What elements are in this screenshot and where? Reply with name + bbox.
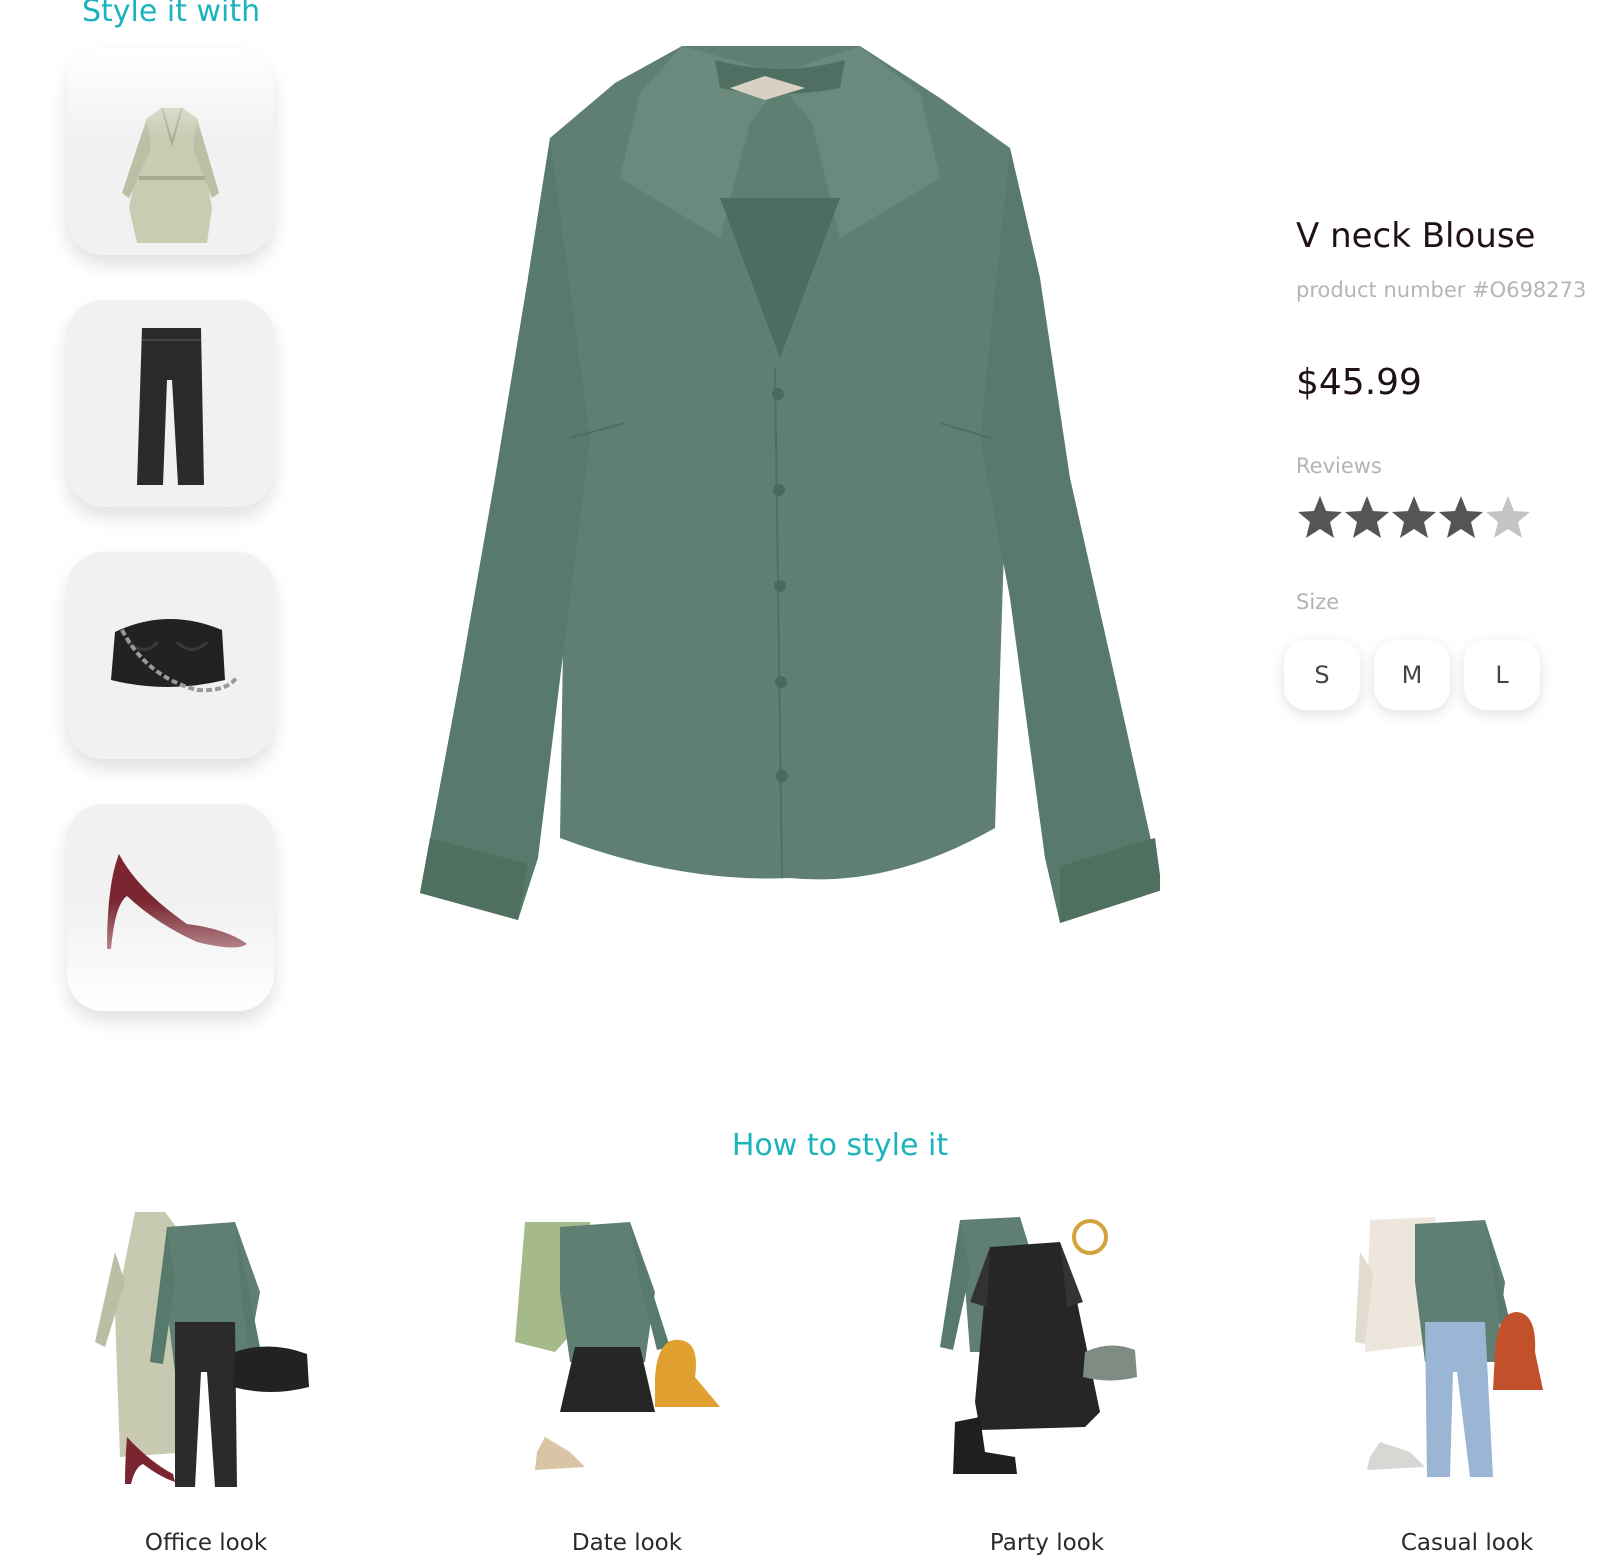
style-item-pump[interactable] [67,804,274,1011]
reviews-label: Reviews [1296,454,1382,478]
product-price: $45.99 [1296,362,1422,403]
style-it-with-title: Style it with [82,0,261,29]
style-item-trench-coat[interactable] [67,48,274,255]
star-filled-icon[interactable] [1343,494,1391,540]
size-button-m[interactable]: M [1374,640,1450,710]
star-filled-icon[interactable] [1390,494,1438,540]
star-empty-icon[interactable] [1484,494,1532,540]
fade-overlay [67,901,274,1011]
star-filled-icon[interactable] [1296,494,1344,540]
style-item-jeans[interactable] [67,300,274,507]
party-look-outfit-icon [940,1217,1137,1474]
star-filled-icon[interactable] [1437,494,1485,540]
product-title: V neck Blouse [1296,216,1536,256]
green-blouse-image [420,46,1160,923]
how-to-style-title: How to style it [731,1128,949,1163]
size-button-s[interactable]: S [1284,640,1360,710]
look-label-casual: Casual look [1400,1530,1534,1556]
black-jeans-icon [137,328,204,485]
look-label-office: Office look [144,1530,268,1556]
product-number: product number #O698273 [1296,278,1587,302]
black-clutch-bag-icon [111,618,239,693]
style-item-clutch[interactable] [67,552,274,759]
size-label: Size [1296,590,1340,614]
office-look-outfit-icon [95,1212,309,1487]
look-label-party: Party look [989,1530,1105,1556]
casual-look-outfit-icon [1355,1217,1543,1477]
size-button-l[interactable]: L [1464,640,1540,710]
look-label-date: Date look [571,1530,683,1556]
date-look-outfit-icon [515,1222,720,1470]
fade-overlay [67,48,274,138]
